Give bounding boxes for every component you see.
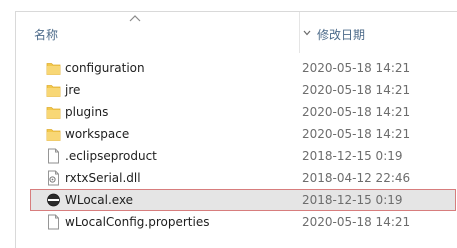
file-modified-date: 2018-04-12 22:46: [302, 171, 411, 185]
date-column-header[interactable]: 修改日期: [317, 26, 365, 43]
folder-icon: [46, 82, 61, 98]
file-modified-date: 2020-05-18 14:21: [302, 127, 411, 141]
name-column-label: 名称: [34, 28, 59, 42]
file-modified-date: 2018-12-15 0:19: [302, 193, 403, 207]
folder-icon: [46, 126, 61, 142]
file-list: configuration 2020-05-18 14:21 jre 2020-05-…: [16, 57, 457, 233]
file-modified-date: 2020-05-18 14:21: [302, 83, 411, 97]
file-name: rxtxSerial.dll: [65, 171, 141, 185]
file-modified-date: 2018-12-15 0:19: [302, 149, 403, 163]
file-row[interactable]: jre 2020-05-18 14:21: [16, 79, 456, 101]
folder-icon: [46, 104, 61, 120]
file-name: WLocal.exe: [65, 193, 134, 207]
file-icon: [46, 214, 61, 230]
file-row[interactable]: configuration 2020-05-18 14:21: [16, 57, 456, 79]
exe-icon: [46, 192, 61, 208]
file-modified-date: 2020-05-18 14:21: [302, 61, 411, 75]
name-column-header[interactable]: 名称: [16, 12, 300, 53]
file-name: wLocalConfig.properties: [65, 215, 210, 229]
dll-icon: [46, 170, 61, 186]
sort-ascending-icon: [129, 15, 141, 22]
file-modified-date: 2020-05-18 14:21: [302, 215, 411, 229]
file-row[interactable]: plugins 2020-05-18 14:21: [16, 101, 456, 123]
file-name: .eclipseproduct: [65, 149, 157, 163]
file-row[interactable]: .eclipseproduct 2018-12-15 0:19: [16, 145, 456, 167]
file-name: plugins: [65, 105, 109, 119]
chevron-down-icon[interactable]: [303, 30, 311, 36]
file-explorer: 名称 修改日期 configuration 2020-05-18 14:21 jre…: [15, 11, 457, 248]
file-name: workspace: [65, 127, 130, 141]
file-modified-date: 2020-05-18 14:21: [302, 105, 411, 119]
file-row[interactable]: workspace 2020-05-18 14:21: [16, 123, 456, 145]
file-row[interactable]: WLocal.exe 2018-12-15 0:19: [30, 189, 456, 211]
file-name: jre: [65, 83, 81, 97]
folder-icon: [46, 60, 61, 76]
file-row[interactable]: wLocalConfig.properties 2020-05-18 14:21: [16, 211, 456, 233]
file-icon: [46, 148, 61, 164]
column-header: 名称 修改日期: [16, 12, 457, 53]
file-name: configuration: [65, 61, 145, 75]
file-row[interactable]: rxtxSerial.dll 2018-04-12 22:46: [16, 167, 456, 189]
